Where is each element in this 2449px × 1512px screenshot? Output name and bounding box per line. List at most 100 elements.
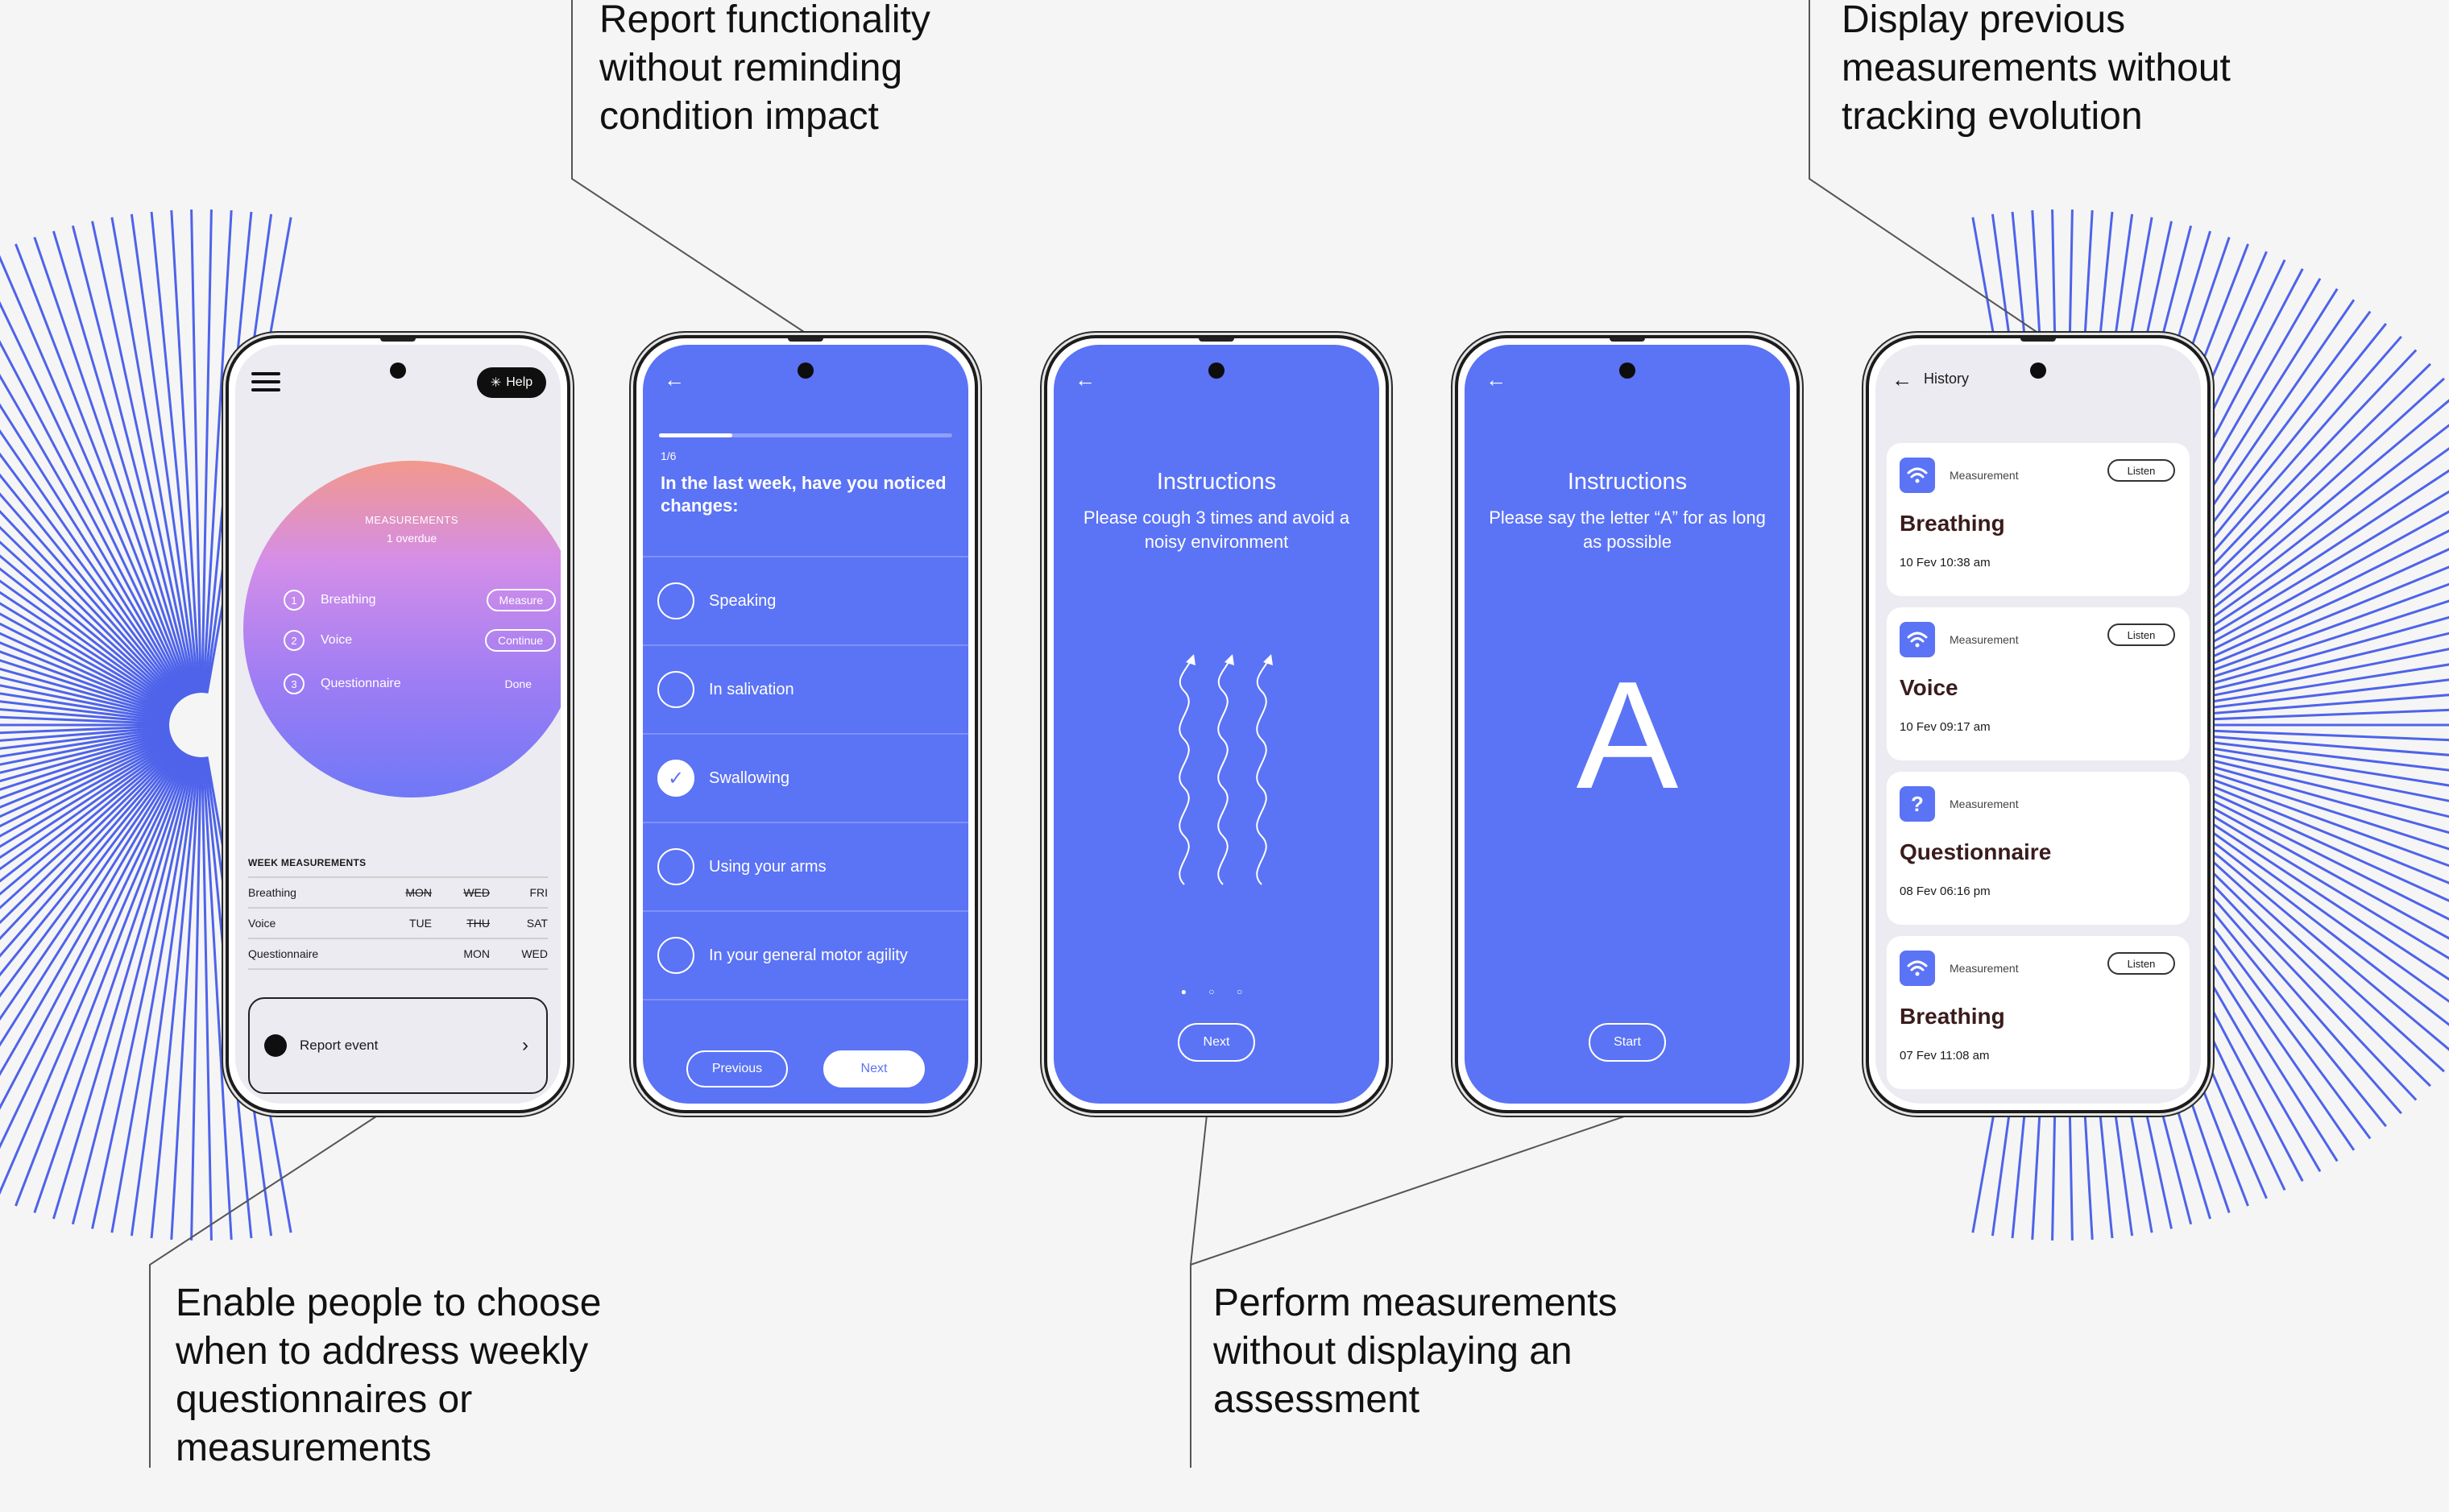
listen-button[interactable]: Listen xyxy=(2107,952,2175,975)
speaker xyxy=(2020,338,2056,342)
continue-button[interactable]: Continue xyxy=(484,629,556,652)
annotation-bottom-center: Perform measurements without displaying … xyxy=(1213,1279,1618,1424)
wifi-dot xyxy=(1915,643,1920,648)
option-motor-agility[interactable]: In your general motor agility xyxy=(643,910,968,1000)
option-swallowing[interactable]: ✓ Swallowing xyxy=(643,733,968,822)
week-day-done: WED xyxy=(463,886,490,899)
option-label: In salivation xyxy=(709,680,794,698)
week-row-name: Questionnaire xyxy=(248,947,319,960)
week-row: Breathing MON WED FRI xyxy=(248,876,548,907)
option-salivation[interactable]: In salivation xyxy=(643,644,968,733)
annotation-line-text: without reminding xyxy=(599,47,903,89)
step-number: 3 xyxy=(284,673,305,694)
week-day: TUE xyxy=(409,917,432,930)
history-title: History xyxy=(1924,371,1970,387)
annotation-line-text: Display previous xyxy=(1842,0,2126,41)
voice-screen: ← Instructions Please say the letter “A”… xyxy=(1465,345,1790,1104)
back-arrow-icon[interactable]: ← xyxy=(1075,369,1096,390)
ray xyxy=(52,230,193,695)
card-name: Breathing xyxy=(1900,1004,2005,1029)
instructions-text: Please cough 3 times and avoid a noisy e… xyxy=(1083,507,1350,552)
radio-unchecked-icon[interactable] xyxy=(657,937,694,974)
history-screen: ← History Measurement Listen Breathing 1… xyxy=(1875,345,2201,1104)
option-speaking[interactable]: Speaking xyxy=(643,556,968,644)
report-event-label: Report event xyxy=(300,1038,379,1053)
back-arrow-icon[interactable]: ← xyxy=(664,369,685,390)
card-date: 07 Fev 11:08 am xyxy=(1900,1049,1990,1063)
annotation-line-text: Perform measurements xyxy=(1213,1282,1618,1324)
wifi-dot xyxy=(1915,478,1920,483)
page: Report functionality without reminding c… xyxy=(0,0,2449,1512)
wifi-arc xyxy=(1907,467,1928,474)
annotation-line-bottom-center-a xyxy=(1190,1114,1208,1468)
speaker xyxy=(788,338,823,342)
wifi-arc xyxy=(1907,960,1928,967)
option-label: Using your arms xyxy=(709,857,827,876)
option-label: Swallowing xyxy=(709,768,790,787)
measurement-label: Breathing xyxy=(321,593,376,607)
wifi-glyph xyxy=(1907,632,1928,648)
ray xyxy=(52,755,193,1220)
start-button[interactable]: Start xyxy=(1589,1023,1666,1062)
help-button[interactable]: ✳ Help xyxy=(477,367,546,398)
progress-fill xyxy=(659,433,732,437)
measurements-circle: MEASUREMENTS 1 overdue 1 Breathing Measu… xyxy=(243,461,561,797)
next-button[interactable]: Next xyxy=(823,1050,925,1087)
speaker xyxy=(1199,338,1234,342)
cough-waves-icon xyxy=(1179,654,1273,885)
wifi-glyph xyxy=(1907,960,1928,976)
checkmark-icon[interactable]: ✓ xyxy=(657,760,694,797)
week-day: SAT xyxy=(526,917,548,930)
card-name: Voice xyxy=(1900,675,1958,700)
week-day: MON xyxy=(463,947,490,960)
report-event-button[interactable]: Report event › xyxy=(248,997,548,1094)
radio-unchecked-icon[interactable] xyxy=(657,671,694,708)
previous-button[interactable]: Previous xyxy=(686,1050,788,1087)
option-arms[interactable]: Using your arms xyxy=(643,822,968,910)
camera xyxy=(2030,362,2046,379)
speaker xyxy=(1610,338,1645,342)
questionnaire-screen: ← 1/6 In the last week, have you noticed… xyxy=(643,345,968,1104)
hamburger-menu-icon[interactable] xyxy=(251,372,280,391)
radio-unchecked-icon[interactable] xyxy=(657,848,694,885)
history-card[interactable]: Measurement Listen Breathing 10 Fev 10:3… xyxy=(1887,443,2190,596)
measure-button[interactable]: Measure xyxy=(486,589,556,611)
listen-button[interactable]: Listen xyxy=(2107,459,2175,482)
camera xyxy=(390,362,406,379)
arrowhead xyxy=(1224,654,1234,665)
letter-prompt: A xyxy=(1576,650,1679,821)
camera xyxy=(1619,362,1635,379)
card-date: 10 Fev 09:17 am xyxy=(1900,720,1991,734)
measurement-label: Voice xyxy=(321,633,353,647)
radio-unchecked-icon[interactable] xyxy=(657,582,694,619)
ray xyxy=(33,236,193,695)
arrowhead xyxy=(1263,654,1273,665)
question-step: 1/6 xyxy=(661,449,677,462)
question-icon: ? xyxy=(1900,786,1935,822)
camera xyxy=(798,362,814,379)
nav-buttons: Previous Next xyxy=(643,1050,968,1087)
wifi-arcs xyxy=(1907,960,1928,971)
done-status: Done xyxy=(504,677,532,690)
next-button[interactable]: Next xyxy=(1178,1023,1255,1062)
week-row-name: Voice xyxy=(248,917,276,930)
listen-button[interactable]: Listen xyxy=(2107,623,2175,646)
card-tag: Measurement xyxy=(1950,962,2019,975)
ray xyxy=(33,755,193,1214)
back-arrow-icon[interactable]: ← xyxy=(1486,369,1506,390)
history-card[interactable]: Measurement Listen Breathing 07 Fev 11:0… xyxy=(1887,936,2190,1089)
card-tag: Measurement xyxy=(1950,469,2019,482)
cough-screen: ← Instructions Please cough 3 times and … xyxy=(1054,345,1379,1104)
week-day-done: MON xyxy=(405,886,432,899)
back-arrow-icon[interactable]: ← xyxy=(1892,369,1912,390)
wave-line xyxy=(1217,660,1230,885)
history-card[interactable]: Measurement Listen Voice 10 Fev 09:17 am xyxy=(1887,607,2190,760)
phone-history: ← History Measurement Listen Breathing 1… xyxy=(1866,335,2211,1113)
history-card[interactable]: ? Measurement Questionnaire 08 Fev 06:16… xyxy=(1887,772,2190,925)
wifi-arc xyxy=(1910,637,1925,643)
week-day-done: THU xyxy=(466,917,490,930)
annotation-line-text: when to address weekly xyxy=(176,1330,589,1373)
instructions-title: Instructions xyxy=(1567,469,1688,495)
wifi-icon xyxy=(1900,951,1935,986)
measurement-label: Questionnaire xyxy=(321,677,401,690)
